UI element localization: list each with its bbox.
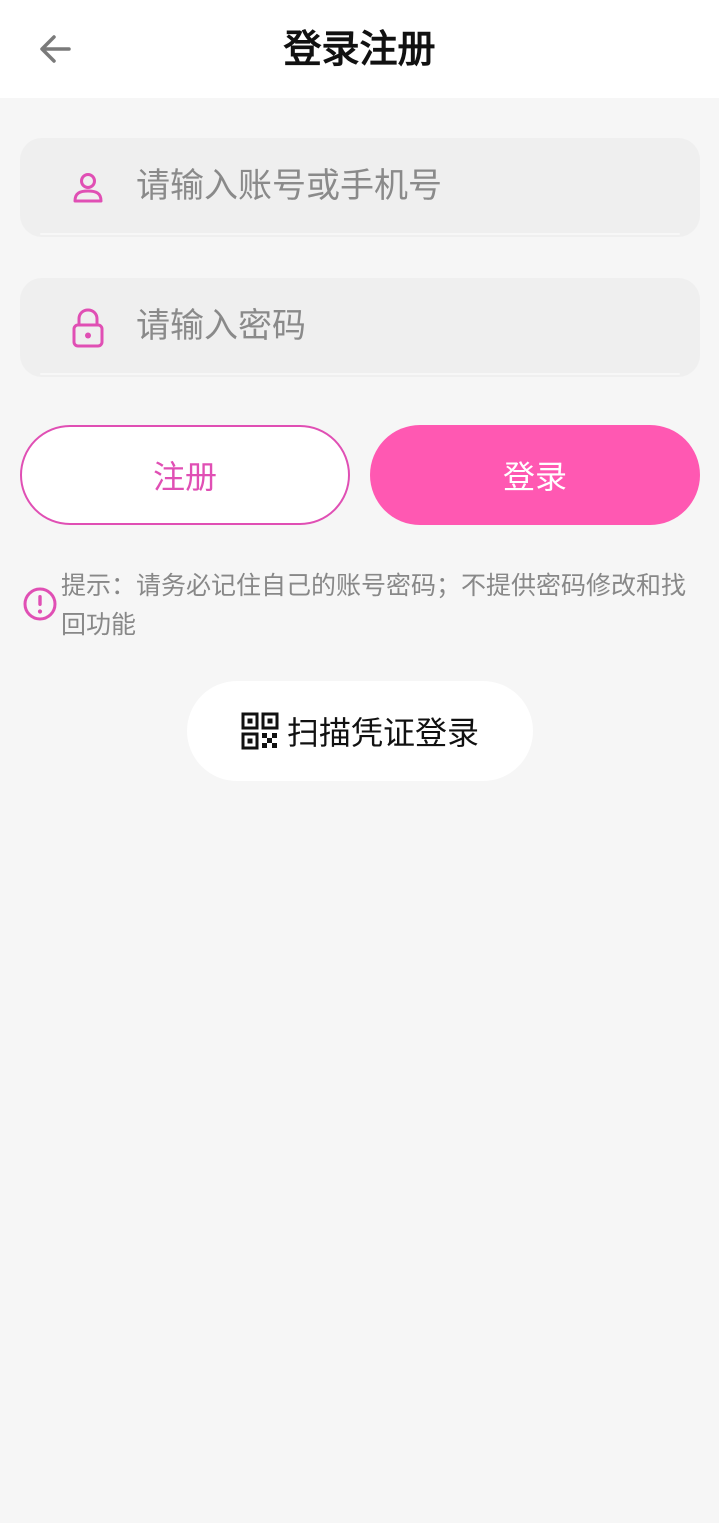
app-header: 登录注册 [0, 0, 719, 98]
password-input[interactable] [136, 278, 676, 374]
arrow-left-icon [40, 35, 71, 63]
login-button[interactable]: 登录 [370, 425, 700, 525]
password-field[interactable] [20, 278, 700, 377]
page-title: 登录注册 [283, 27, 436, 71]
scan-credential-login-button[interactable]: 扫描凭证登录 [187, 681, 533, 781]
login-button-label: 登录 [502, 458, 567, 496]
scan-button-label: 扫描凭证登录 [286, 714, 479, 752]
alert-circle-icon [23, 587, 57, 621]
lock-icon [66, 306, 110, 350]
qr-code-icon [241, 712, 279, 750]
back-button[interactable] [30, 24, 80, 74]
register-button-label: 注册 [152, 458, 217, 496]
register-button[interactable]: 注册 [20, 425, 350, 525]
account-input[interactable] [136, 138, 676, 234]
user-icon [66, 166, 110, 210]
account-field[interactable] [20, 138, 700, 237]
tip-text: 提示：请务必记住自己的账号密码；不提供密码修改和找回功能 [61, 571, 687, 639]
